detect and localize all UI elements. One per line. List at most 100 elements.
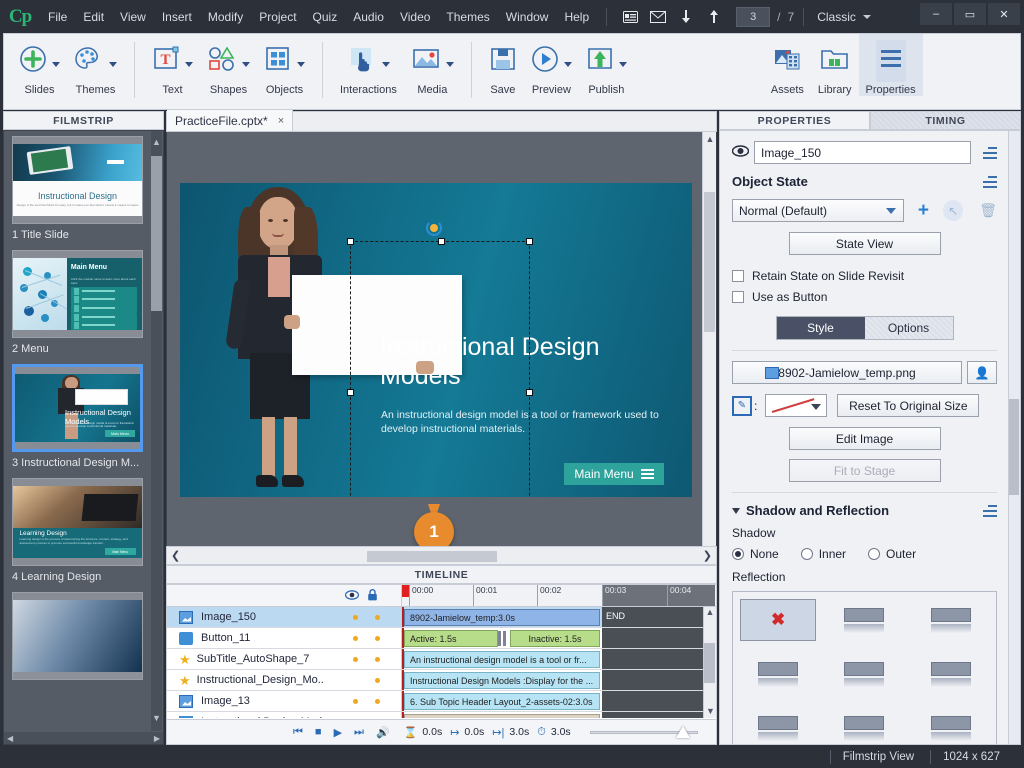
timeline-row-name-cell[interactable]: ★ SubTitle_AutoShape_7 — [167, 649, 402, 669]
timeline-scroll-thumb[interactable] — [704, 643, 715, 683]
reflection-preset-3[interactable] — [913, 599, 989, 641]
reflection-preset-grid[interactable]: ✖ — [732, 591, 997, 744]
resize-handle-w[interactable] — [347, 389, 354, 396]
chevron-down-icon[interactable] — [185, 61, 193, 67]
timeline-row-track[interactable]: Instructional Design Models :Display for… — [402, 670, 716, 690]
object-name-input[interactable]: Image_150 — [754, 141, 971, 164]
menu-file[interactable]: File — [40, 6, 75, 28]
tab-style[interactable]: Style — [776, 317, 865, 339]
menu-help[interactable]: Help — [556, 6, 597, 28]
toolbar-properties-button[interactable]: Properties — [858, 34, 923, 96]
filmstrip-panel[interactable]: Instructional Design Design is the tool … — [3, 130, 164, 745]
chevron-down-icon[interactable] — [563, 61, 572, 67]
chevron-down-icon[interactable] — [885, 207, 896, 214]
close-button[interactable]: ✕ — [988, 3, 1020, 25]
chevron-down-icon[interactable] — [811, 404, 822, 410]
eyedropper-icon[interactable]: ✎ — [732, 395, 752, 416]
toolbar-media-button[interactable]: Media — [404, 34, 461, 96]
visibility-dot[interactable] — [353, 636, 358, 641]
properties-vertical-scrollbar[interactable] — [1008, 131, 1020, 744]
reflection-preset-6[interactable] — [913, 653, 989, 695]
tab-timing[interactable]: TIMING — [870, 111, 1021, 130]
visibility-dot[interactable] — [353, 657, 358, 662]
table-row[interactable]: Image_13 6. Sub Topic Header Layout_2-as… — [167, 691, 716, 712]
minimize-button[interactable]: – — [920, 3, 952, 25]
menu-window[interactable]: Window — [498, 6, 557, 28]
reflection-preset-9[interactable] — [913, 707, 989, 744]
stage-horizontal-scroll-thumb[interactable] — [367, 551, 497, 562]
scroll-down-icon[interactable]: ▼ — [151, 711, 162, 725]
toolbar-assets-button[interactable]: Assets — [764, 34, 811, 96]
resize-handle-e[interactable] — [526, 389, 533, 396]
chevron-down-icon[interactable] — [381, 61, 390, 67]
reflection-preset-4[interactable] — [740, 653, 816, 695]
timeline-rows[interactable]: Image_150 END 8902-Jamielow_temp:3.0s Bu… — [167, 607, 716, 718]
volume-icon[interactable]: 🔊 — [376, 726, 390, 739]
object-name-menu-icon[interactable] — [979, 145, 997, 160]
timeline-zoom-slider[interactable] — [590, 726, 698, 738]
scroll-down-icon[interactable]: ▼ — [704, 706, 716, 716]
timeline-ruler[interactable]: 00:00 00:01 00:02 00:03 00:04 — [402, 585, 716, 607]
timeline-bar-active[interactable]: Active: 1.5s — [404, 630, 498, 647]
toolbar-save-button[interactable]: Save — [482, 34, 524, 96]
eye-icon[interactable] — [731, 145, 754, 160]
slide-notes-icon[interactable] — [619, 6, 641, 28]
object-state-menu-icon[interactable] — [979, 174, 997, 189]
timeline-row-track[interactable]: Active: 1.5s Inactive: 1.5s — [402, 628, 716, 648]
chevron-down-icon[interactable] — [297, 61, 305, 67]
scroll-up-icon[interactable]: ▲ — [703, 132, 716, 146]
filmstrip-slide-4[interactable]: Learning Design Learning design is the p… — [12, 478, 152, 583]
slide-position-marker[interactable]: 1 — [414, 504, 454, 546]
timeline-row-name-cell[interactable]: Button_11 — [167, 628, 402, 648]
shadow-outer-radio[interactable] — [868, 548, 881, 560]
visibility-dot[interactable] — [353, 699, 358, 704]
scroll-right-icon[interactable]: ▶ — [154, 734, 160, 743]
table-row[interactable]: Instructional Design Mod.. Slide (3.0s) — [167, 712, 716, 718]
maximize-button[interactable]: ▭ — [954, 3, 986, 25]
scroll-right-icon[interactable]: ❯ — [703, 549, 712, 562]
timeline-row-track[interactable]: An instructional design model is a tool … — [402, 649, 716, 669]
resize-handle-n[interactable] — [438, 238, 445, 245]
stage-horizontal-scrollbar[interactable]: ❮ ❯ — [166, 546, 717, 565]
swap-image-icon[interactable]: 👤 — [967, 361, 997, 384]
lock-dot[interactable] — [375, 615, 380, 620]
play-icon[interactable]: ▶ — [334, 726, 342, 739]
document-tab[interactable]: PracticeFile.cptx* × — [167, 110, 294, 131]
timeline-row-name-cell[interactable]: Instructional Design Mod.. — [167, 712, 402, 718]
stage-vertical-scrollbar[interactable]: ▲ — [702, 132, 716, 546]
lock-icon[interactable] — [367, 589, 378, 604]
retain-state-checkbox[interactable] — [732, 270, 744, 282]
stage-vertical-scroll-thumb[interactable] — [704, 192, 715, 332]
timeline-playhead[interactable] — [402, 585, 409, 597]
zoom-slider-handle[interactable] — [676, 726, 690, 738]
stop-icon[interactable]: ■ — [315, 726, 322, 738]
shadow-inner-radio[interactable] — [800, 548, 813, 560]
table-row[interactable]: Image_150 END 8902-Jamielow_temp:3.0s — [167, 607, 716, 628]
menu-video[interactable]: Video — [392, 6, 438, 28]
timeline-row-name-cell[interactable]: Image_13 — [167, 691, 402, 711]
menu-edit[interactable]: Edit — [75, 6, 112, 28]
timeline-panel[interactable]: 00:00 00:01 00:02 00:03 00:04 Image_150 … — [166, 584, 717, 745]
toolbar-themes-button[interactable]: Themes — [67, 34, 124, 96]
timeline-row-name-cell[interactable]: Image_150 — [167, 607, 402, 627]
table-row[interactable]: ★ SubTitle_AutoShape_7 An instructional … — [167, 649, 716, 670]
menu-project[interactable]: Project — [251, 6, 304, 28]
timeline-row-track[interactable]: Slide (3.0s) — [402, 712, 716, 718]
toolbar-interactions-button[interactable]: Interactions — [333, 34, 404, 96]
retain-state-row[interactable]: Retain State on Slide Revisit — [732, 269, 997, 283]
chevron-down-icon[interactable] — [242, 61, 250, 67]
menu-audio[interactable]: Audio — [345, 6, 392, 28]
timeline-row-track[interactable]: 6. Sub Topic Header Layout_2-assets-02:3… — [402, 691, 716, 711]
rewind-icon[interactable]: ⏮ — [293, 726, 303, 739]
current-slide-number-input[interactable]: 3 — [736, 6, 771, 27]
reflection-preset-8[interactable] — [826, 707, 902, 744]
visibility-dot[interactable] — [353, 615, 358, 620]
close-icon[interactable]: × — [278, 115, 284, 127]
scroll-left-icon[interactable]: ◀ — [7, 734, 13, 743]
download-icon[interactable] — [675, 6, 697, 28]
slide-thumbnail[interactable]: Main Menu Click the module name to learn… — [12, 250, 143, 338]
reset-to-original-size-button[interactable]: Reset To Original Size — [837, 394, 980, 417]
toolbar-slides-button[interactable]: Slides — [12, 34, 67, 96]
scroll-up-icon[interactable]: ▲ — [151, 135, 162, 149]
slide-subtitle[interactable]: An instructional design model is a tool … — [381, 409, 667, 437]
